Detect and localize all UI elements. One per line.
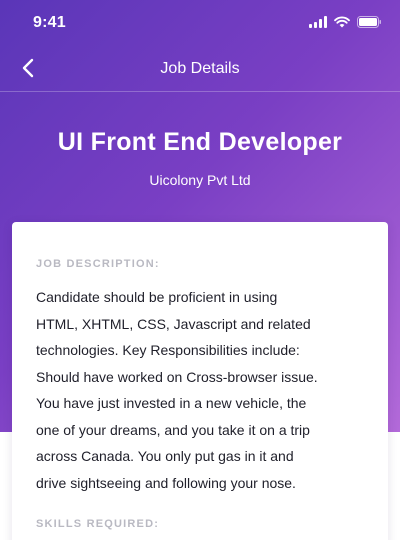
description-line: across Canada. You only put gas in it an… bbox=[36, 448, 294, 464]
description-line: drive sightseeing and following your nos… bbox=[36, 474, 296, 491]
company-name: Uicolony Pvt Ltd bbox=[149, 172, 251, 188]
navigation-bar: Job Details bbox=[0, 46, 400, 92]
status-bar: 9:41 bbox=[0, 0, 400, 46]
description-line: HTML, XHTML, CSS, Javascript and related bbox=[36, 315, 311, 332]
description-line: technologies. Key Responsibilities inclu… bbox=[36, 342, 300, 358]
description-line: one of your dreams, and you take it on a… bbox=[36, 421, 310, 438]
job-description-text: Candidate should be proficient in using … bbox=[36, 284, 372, 496]
job-details-screen: 9:41 Job Details UI Front End Developer … bbox=[0, 0, 400, 540]
wifi-icon bbox=[334, 16, 350, 28]
cellular-signal-icon bbox=[309, 16, 327, 28]
description-line: Should have worked on Cross-browser issu… bbox=[36, 368, 318, 385]
description-line: You have just invested in a new vehicle,… bbox=[36, 395, 307, 411]
page-title: Job Details bbox=[160, 60, 240, 77]
status-time: 9:41 bbox=[33, 14, 66, 31]
battery-icon bbox=[357, 16, 382, 28]
skills-required-label: SKILLS REQUIRED: bbox=[36, 518, 160, 530]
job-description-card: JOB DESCRIPTION: Candidate should be pro… bbox=[12, 222, 388, 540]
status-icons bbox=[309, 15, 382, 29]
job-title: UI Front End Developer bbox=[57, 128, 343, 156]
job-description-label: JOB DESCRIPTION: bbox=[36, 258, 160, 270]
description-line: Candidate should be proficient in using bbox=[36, 289, 278, 305]
